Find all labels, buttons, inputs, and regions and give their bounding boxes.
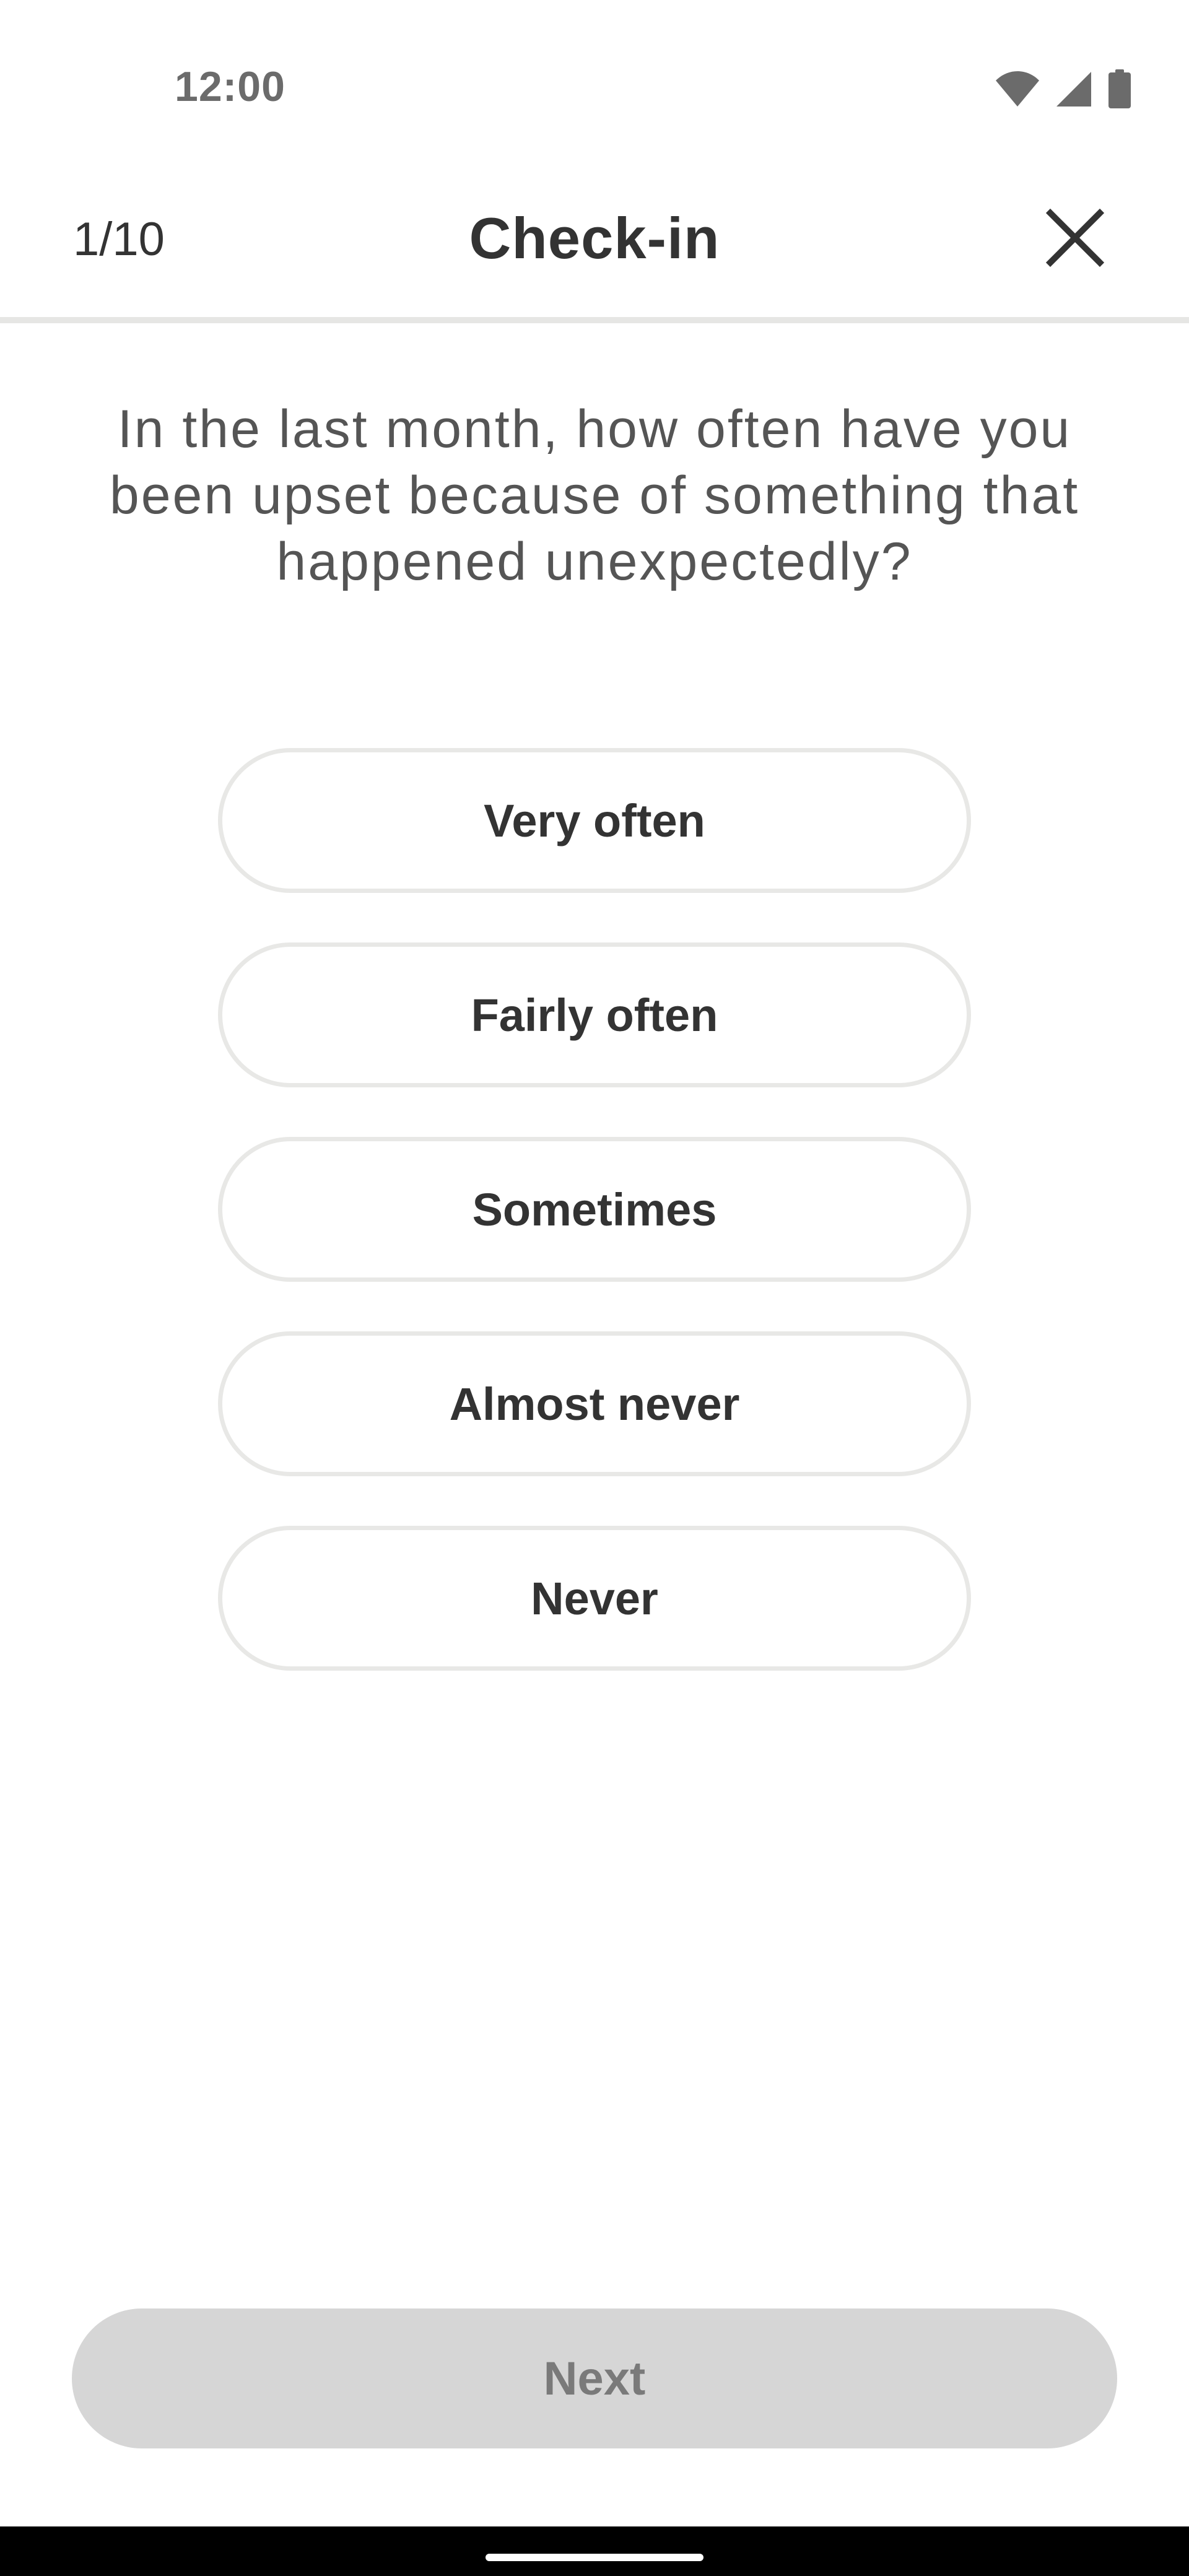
- option-almost-never[interactable]: Almost never: [218, 1331, 971, 1476]
- signal-icon: [1055, 71, 1092, 108]
- status-time: 12:00: [175, 63, 285, 110]
- header: 1/10 Check-in: [0, 161, 1189, 320]
- wifi-icon: [995, 71, 1040, 108]
- question-text: In the last month, how often have you be…: [109, 399, 1080, 591]
- close-button[interactable]: [1032, 196, 1118, 282]
- next-button[interactable]: Next: [72, 2308, 1117, 2448]
- option-sometimes[interactable]: Sometimes: [218, 1137, 971, 1282]
- home-indicator[interactable]: [486, 2554, 703, 2561]
- navigation-bar: [0, 2526, 1189, 2576]
- battery-icon: [1107, 69, 1132, 109]
- page-title: Check-in: [469, 206, 720, 271]
- option-fairly-often[interactable]: Fairly often: [218, 942, 971, 1087]
- option-never[interactable]: Never: [218, 1526, 971, 1671]
- status-icons: [995, 69, 1132, 109]
- close-icon: [1045, 208, 1105, 271]
- option-very-often[interactable]: Very often: [218, 748, 971, 893]
- answer-options: Very often Fairly often Sometimes Almost…: [218, 748, 971, 1671]
- status-bar: 12:00: [0, 0, 1189, 149]
- header-divider: [0, 317, 1189, 323]
